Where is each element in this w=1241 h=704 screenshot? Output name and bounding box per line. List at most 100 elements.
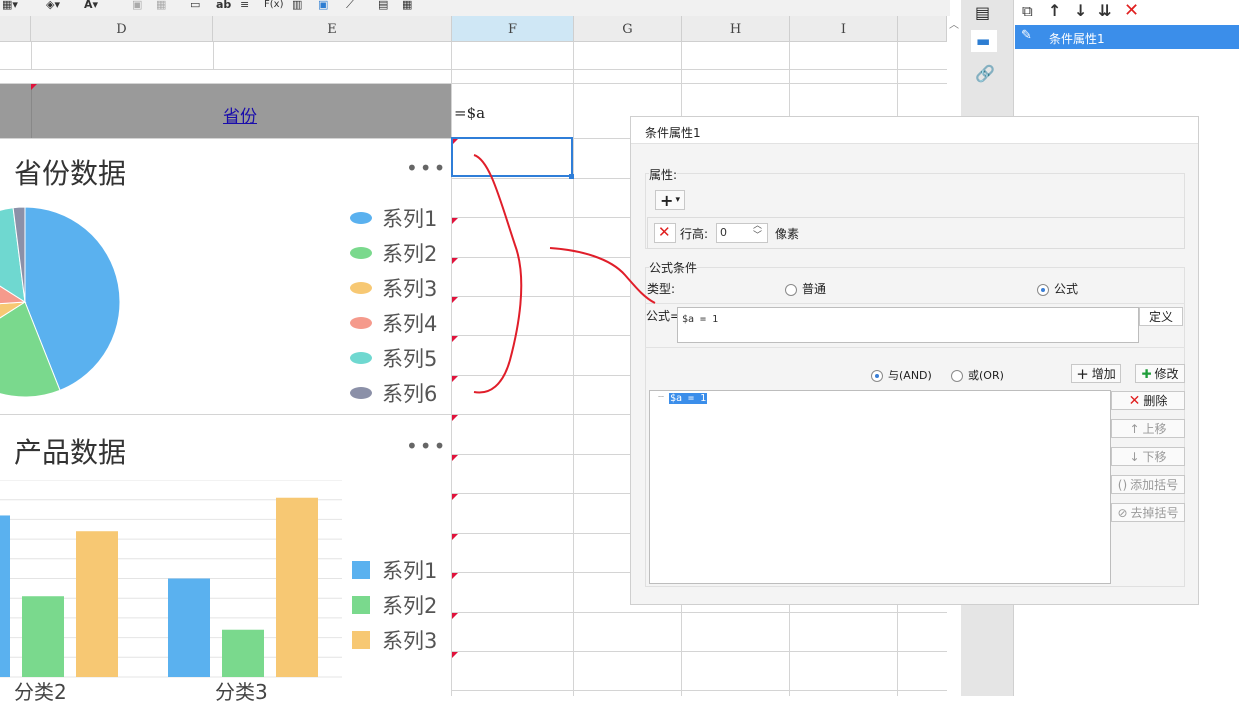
formula-cell[interactable]: =$a — [454, 104, 485, 122]
pie-legend-item-2[interactable]: 系列2 — [350, 238, 437, 268]
chart1-more-icon[interactable]: ••• — [406, 158, 447, 178]
formula-icon[interactable]: F(x) — [264, 0, 283, 14]
bar-legend-item-3[interactable]: 系列3 — [352, 625, 437, 655]
toolbar: ▦▾ ◈▾ A▾ ▣ ▦ ▭ ab ≡ F(x) ▥ ▣ ⟋ ▤ ▦ — [0, 0, 950, 17]
align-icon[interactable]: ≡ — [240, 0, 249, 14]
delete-icon[interactable]: ✕ — [1124, 0, 1139, 21]
row-height-input[interactable]: 0 ︿ ﹀ — [716, 221, 768, 243]
chart1-title: 省份数据 — [14, 157, 127, 190]
chart2-more-icon[interactable]: ••• — [406, 436, 447, 456]
column-header-i[interactable]: I — [790, 16, 898, 41]
modify-icon: ✚ — [1141, 366, 1152, 381]
bar-1-3 — [76, 531, 118, 677]
spinner-icon[interactable]: ︿ ﹀ — [753, 221, 762, 241]
pie-chart — [0, 206, 121, 398]
legend-label: 系列5 — [382, 347, 438, 371]
delete-x-icon: ✕ — [1128, 392, 1141, 409]
plus-icon: + — [1076, 364, 1089, 383]
pie-legend-item-6[interactable]: 系列6 — [350, 378, 437, 408]
unmerge-icon[interactable]: ▦ — [156, 0, 166, 14]
column-header-d[interactable]: D — [31, 16, 213, 41]
radio-or-circle — [951, 370, 963, 382]
chart-icon[interactable]: ▥ — [292, 0, 302, 14]
condition-item-label: 条件属性1 — [1049, 32, 1105, 46]
text-style-icon[interactable]: ab — [216, 0, 231, 14]
add-bracket-button[interactable]: () 添加括号 — [1111, 475, 1185, 494]
radio-normal[interactable]: 普通 — [785, 280, 826, 297]
radio-and-label: 与(AND) — [888, 369, 932, 382]
merge-icon[interactable]: ▣ — [132, 0, 142, 14]
column-header-j[interactable] — [898, 16, 947, 41]
border-icon[interactable]: ▦▾ — [2, 0, 18, 14]
remove-bracket-button[interactable]: ⊘ 去掉括号 — [1111, 503, 1185, 522]
radio-formula[interactable]: 公式 — [1037, 280, 1078, 297]
fill-color-icon[interactable]: ◈▾ — [46, 0, 60, 14]
formula-label: 公式= — [646, 309, 681, 323]
column-header-g[interactable]: G — [574, 16, 682, 41]
chart2-title: 产品数据 — [14, 436, 127, 469]
bar-legend-item-1[interactable]: 系列1 — [352, 555, 437, 585]
legend-label: 系列2 — [382, 242, 438, 266]
condition-attr-tab[interactable]: ▬ — [971, 30, 997, 52]
arrow-down-icon[interactable]: ↓ — [1074, 1, 1087, 20]
legend-label: 系列4 — [382, 312, 438, 336]
edit-icon: ✎ — [1021, 28, 1032, 43]
copy-icon[interactable]: ⧉ — [1022, 2, 1033, 20]
add-bracket-label: 添加括号 — [1130, 478, 1179, 492]
plus-icon: + — [660, 190, 674, 210]
radio-and[interactable]: 与(AND) — [871, 367, 932, 383]
text-box-icon[interactable]: ▭ — [190, 0, 200, 14]
grid-icon[interactable]: ▦ — [402, 0, 412, 14]
column-header-c[interactable] — [0, 16, 31, 41]
pie-legend-item-3[interactable]: 系列3 — [350, 273, 437, 303]
modify-condition-button[interactable]: ✚ 修改 — [1135, 364, 1185, 383]
arrow-up-icon[interactable]: ↑ — [1048, 1, 1061, 20]
pie-legend-item-5[interactable]: 系列5 — [350, 343, 437, 373]
delete-label: 删除 — [1143, 394, 1168, 408]
formula-input[interactable]: $a = 1 — [677, 307, 1139, 343]
dialog-title: 条件属性1 — [645, 126, 701, 140]
move-down-label: 下移 — [1142, 450, 1167, 464]
type-label: 类型: — [647, 282, 676, 296]
add-condition-button[interactable]: + 增加 — [1071, 364, 1121, 383]
cell-properties-icon[interactable]: ▤ — [975, 3, 990, 22]
delete-button[interactable]: ✕ 删除 — [1111, 391, 1185, 410]
add-attribute-button[interactable]: + ▾ — [655, 190, 685, 210]
condition-list[interactable]: ┄ $a = 1 — [649, 390, 1111, 584]
pie-legend-item-4[interactable]: 系列4 — [350, 308, 437, 338]
font-color-icon[interactable]: A▾ — [84, 0, 98, 14]
bar-category-label-2: 分类3 — [215, 680, 268, 704]
layout-icon[interactable]: ▤ — [378, 0, 388, 14]
remove-attribute-button[interactable]: ✕ — [654, 223, 676, 243]
define-button[interactable]: 定义 — [1139, 307, 1183, 326]
legend-swatch — [350, 212, 372, 224]
image-icon[interactable]: ▣ — [318, 0, 328, 14]
slash-icon[interactable]: ⟋ — [346, 0, 354, 14]
hyperlink-icon[interactable]: 🔗 — [975, 64, 995, 83]
dialog-titlebar: 条件属性1 — [631, 117, 1198, 144]
pie-legend-item-1[interactable]: 系列1 — [350, 203, 437, 233]
tree-line: ┄ — [658, 392, 665, 403]
selection-handle[interactable] — [569, 174, 574, 179]
column-header-e[interactable]: E — [213, 16, 452, 41]
bar-legend-item-2[interactable]: 系列2 — [352, 590, 437, 620]
bar-1-1 — [0, 515, 10, 677]
legend-swatch — [350, 387, 372, 399]
column-header-h[interactable]: H — [682, 16, 790, 41]
move-down-button[interactable]: ↓ 下移 — [1111, 447, 1185, 466]
close-icon: ✕ — [658, 223, 671, 241]
move-up-button[interactable]: ↑ 上移 — [1111, 419, 1185, 438]
column-header-f[interactable]: F — [452, 16, 574, 41]
legend-swatch — [352, 631, 370, 649]
unit-label: 像素 — [775, 227, 800, 241]
bar-2-2 — [222, 629, 264, 677]
scroll-up-icon[interactable]: ︿ — [949, 16, 959, 31]
move-bottom-icon[interactable]: ⇊ — [1098, 1, 1111, 20]
condition-list-entry[interactable]: $a = 1 — [669, 393, 708, 404]
province-header-cell[interactable]: 省份 — [223, 102, 257, 127]
legend-swatch — [352, 561, 370, 579]
radio-or[interactable]: 或(OR) — [951, 367, 1004, 383]
selected-cell[interactable] — [451, 137, 573, 177]
condition-list-item[interactable]: ✎ 条件属性1 — [1015, 25, 1239, 49]
legend-swatch — [352, 596, 370, 614]
